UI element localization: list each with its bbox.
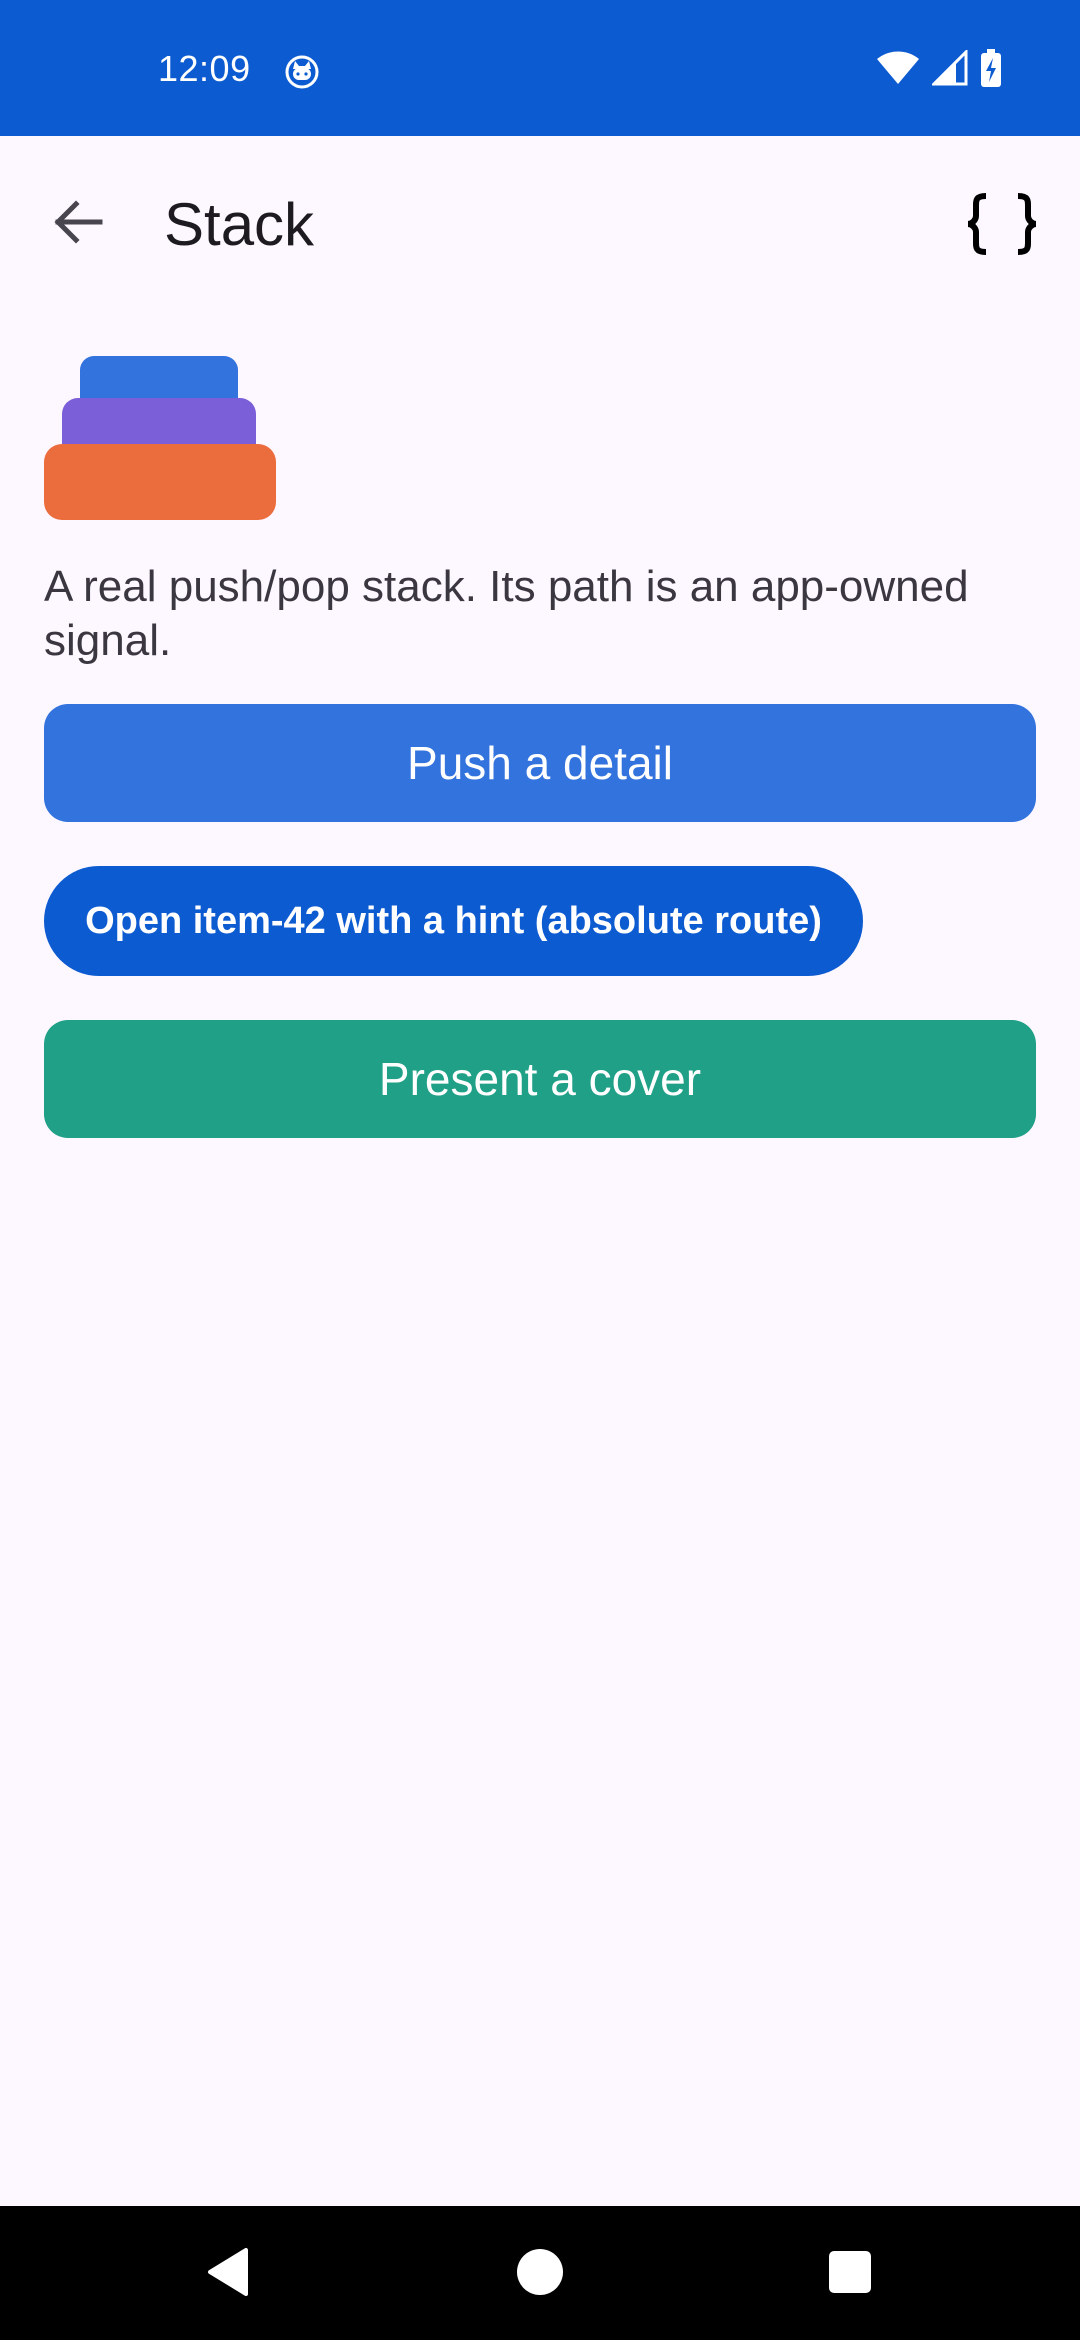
status-bar: 12:09 — [0, 0, 1080, 136]
status-icons — [876, 47, 1002, 92]
nav-home-button[interactable] — [498, 2232, 582, 2316]
arrow-back-icon — [52, 199, 104, 249]
view-source-button[interactable] — [956, 180, 1048, 272]
present-cover-button[interactable]: Present a cover — [44, 1020, 1036, 1138]
nav-back-button[interactable] — [186, 2232, 270, 2316]
wifi-icon — [876, 51, 920, 90]
battery-charging-icon — [980, 48, 1002, 92]
app-bar: Stack — [0, 136, 1080, 316]
status-time: 12:09 — [158, 48, 251, 89]
cell-signal-icon — [930, 47, 968, 91]
back-button[interactable] — [36, 182, 120, 266]
nav-recents-button[interactable] — [808, 2232, 892, 2316]
system-nav-bar — [0, 2206, 1080, 2340]
nav-home-circle-icon — [516, 2248, 564, 2301]
code-braces-icon — [964, 192, 1040, 261]
push-detail-button[interactable]: Push a detail — [44, 704, 1036, 822]
nav-recents-square-icon — [828, 2250, 872, 2299]
nav-back-triangle-icon — [206, 2247, 250, 2302]
cat-face-icon — [284, 54, 320, 90]
stack-illustration — [44, 354, 276, 522]
description-text: A real push/pop stack. Its path is an ap… — [44, 562, 969, 665]
open-item-button[interactable]: Open item-42 with a hint (absolute route… — [44, 866, 863, 976]
page-title: Stack — [164, 191, 315, 258]
